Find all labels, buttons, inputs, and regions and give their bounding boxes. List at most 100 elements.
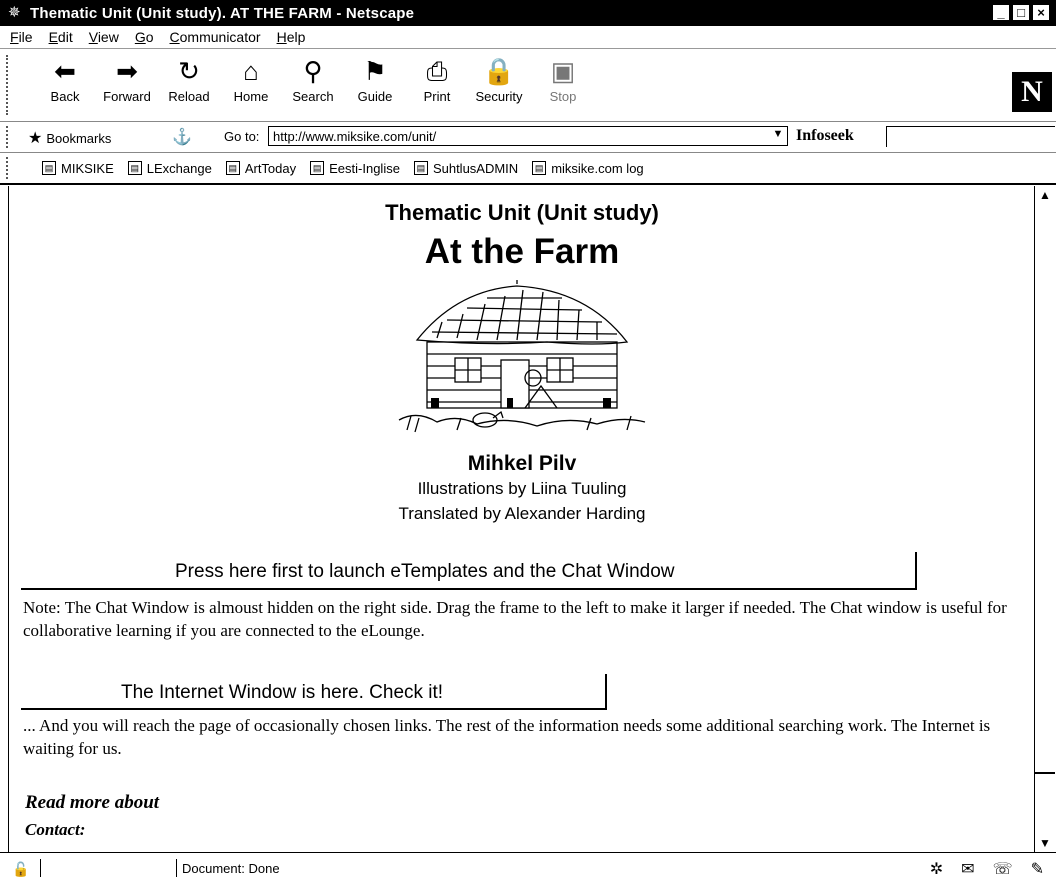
link-label: Eesti-Inglise xyxy=(329,160,400,176)
security-button[interactable]: 🔒 Security xyxy=(470,55,528,115)
guide-button[interactable]: ⚑ Guide xyxy=(346,55,404,115)
menu-help[interactable]: Help xyxy=(277,29,306,45)
page-proxy-icon[interactable]: ⚓ xyxy=(172,127,192,147)
netscape-app-icon: ✵ xyxy=(8,4,21,21)
mail-icon[interactable]: ✉ xyxy=(961,859,974,879)
forward-label: Forward xyxy=(103,89,151,104)
home-label: Home xyxy=(233,89,269,104)
link-suhtlusadmin[interactable]: ▤ SuhtlusADMIN xyxy=(413,160,519,176)
page-title: At the Farm xyxy=(424,232,620,271)
back-label: Back xyxy=(50,89,80,104)
menu-edit[interactable]: Edit xyxy=(49,29,73,45)
window-title: Thematic Unit (Unit study). AT THE FARM … xyxy=(30,4,415,22)
bookmark-page-icon: ▤ xyxy=(225,161,240,175)
print-button[interactable]: ⎙ Print xyxy=(408,55,466,115)
bookmark-page-icon: ▤ xyxy=(127,161,142,175)
stop-button[interactable]: ▣ Stop xyxy=(534,55,592,115)
discussions-icon[interactable]: ☏ xyxy=(993,859,1013,879)
contact-heading: Contact: xyxy=(25,820,86,839)
reload-label: Reload xyxy=(168,89,210,104)
search-icon: ⚲ xyxy=(303,56,323,86)
bookmark-page-icon: ▤ xyxy=(310,161,325,175)
link-label: SuhtlusADMIN xyxy=(432,160,519,176)
read-more-heading: Read more about xyxy=(25,792,160,813)
page-subtitle: Thematic Unit (Unit study) xyxy=(385,200,659,225)
bookmark-page-icon: ▤ xyxy=(42,161,56,175)
guide-label: Guide xyxy=(357,89,393,104)
search-button[interactable]: ⚲ Search xyxy=(284,55,342,115)
component-bar: ✲ ✉ ☏ ✎ xyxy=(930,859,1044,879)
location-toolbar: ★ Bookmarks ⚓ Go to: ▼ Infoseek xyxy=(0,122,1056,153)
menu-communicator[interactable]: Communicator xyxy=(170,29,261,45)
farm-house-illustration xyxy=(398,280,646,433)
bookmark-page-icon: ▤ xyxy=(532,161,547,175)
chat-window-note: Note: The Chat Window is almoust hidden … xyxy=(23,598,1007,640)
scroll-up-arrow-icon[interactable]: ▲ xyxy=(1039,188,1051,202)
vertical-scrollbar[interactable]: ▲ ▼ xyxy=(1034,186,1055,852)
url-input[interactable] xyxy=(268,126,788,146)
menu-view[interactable]: View xyxy=(89,29,119,45)
navigator-icon[interactable]: ✲ xyxy=(930,859,943,879)
home-button[interactable]: ⌂ Home xyxy=(222,55,280,115)
scroll-thumb[interactable] xyxy=(1035,772,1055,774)
navigation-toolbar: ⬅ Back ➡ Forward ↻ Reload ⌂ Home ⚲ Searc… xyxy=(0,49,1056,122)
security-label: Security xyxy=(475,89,523,104)
translator-credit: Translated by Alexander Harding xyxy=(398,504,646,523)
composer-icon[interactable]: ✎ xyxy=(1031,859,1044,879)
bookmarks-label: Bookmarks xyxy=(46,130,112,146)
menu-file[interactable]: File xyxy=(10,29,33,45)
reload-button[interactable]: ↻ Reload xyxy=(160,55,218,115)
chevron-down-icon[interactable]: ▼ xyxy=(770,128,786,144)
link-eesti-inglise[interactable]: ▤ Eesti-Inglise xyxy=(310,161,400,176)
status-divider xyxy=(176,859,177,877)
link-miksike-log[interactable]: ▤ miksike.com log xyxy=(532,160,644,176)
location-grip[interactable] xyxy=(6,126,12,148)
status-text: Document: Done xyxy=(182,861,280,876)
link-arttoday[interactable]: ▤ ArtToday xyxy=(225,160,297,176)
print-icon: ⎙ xyxy=(426,56,448,86)
author-name: Mihkel Pilv xyxy=(467,452,577,475)
internet-window-button[interactable]: The Internet Window is here. Check it! xyxy=(21,674,607,710)
status-bar: 🔓 Document: Done ✲ ✉ ☏ ✎ xyxy=(0,852,1056,885)
page-content: Thematic Unit (Unit study) At the Farm M… xyxy=(8,186,1035,852)
bookmark-page-icon: ▤ xyxy=(413,161,428,175)
link-label: MIKSIKE xyxy=(61,160,114,176)
menu-go[interactable]: Go xyxy=(135,29,154,45)
link-label: ArtToday xyxy=(244,160,297,176)
stop-label: Stop xyxy=(549,89,577,104)
toolbar-grip[interactable] xyxy=(6,55,12,115)
window-controls: _ □ × xyxy=(992,4,1050,21)
goto-label: Go to: xyxy=(224,129,260,144)
forward-button[interactable]: ➡ Forward xyxy=(98,55,156,115)
netscape-logo[interactable]: N xyxy=(1012,72,1052,112)
search-label: Search xyxy=(292,89,334,104)
link-miksike[interactable]: ▤ MIKSIKE xyxy=(42,161,114,176)
illustrator-credit: Illustrations by Liina Tuuling xyxy=(417,479,627,498)
stop-icon: ▣ xyxy=(550,56,576,86)
links-grip[interactable] xyxy=(6,157,12,179)
minimize-button[interactable]: _ xyxy=(992,4,1010,21)
link-label: LExchange xyxy=(146,160,212,176)
link-lexchange[interactable]: ▤ LExchange xyxy=(127,160,212,176)
personal-toolbar: ▤ MIKSIKE ▤ LExchange ▤ ArtToday ▤ Eesti… xyxy=(0,153,1056,185)
back-button[interactable]: ⬅ Back xyxy=(36,55,94,115)
close-button[interactable]: × xyxy=(1032,4,1050,21)
scroll-down-arrow-icon[interactable]: ▼ xyxy=(1039,836,1051,850)
bookmarks-icon: ★ xyxy=(28,130,43,147)
home-icon: ⌂ xyxy=(243,56,259,86)
menu-bar: File Edit View Go Communicator Help xyxy=(0,26,1056,49)
security-status-icon[interactable]: 🔓 xyxy=(12,861,29,878)
status-divider xyxy=(40,859,41,877)
guide-icon: ⚑ xyxy=(363,56,387,86)
back-arrow-icon: ⬅ xyxy=(54,56,76,86)
reload-icon: ↻ xyxy=(178,56,200,86)
launch-etemplates-button[interactable]: Press here first to launch eTemplates an… xyxy=(21,552,917,590)
search-input[interactable] xyxy=(886,126,1055,147)
link-label: miksike.com log xyxy=(551,160,644,176)
internet-window-note: ... And you will reach the page of occas… xyxy=(23,716,991,758)
forward-arrow-icon: ➡ xyxy=(116,56,138,86)
security-lock-icon: 🔒 xyxy=(482,56,516,86)
print-label: Print xyxy=(423,89,451,104)
bookmarks-button[interactable]: ★ Bookmarks xyxy=(28,128,111,148)
maximize-button[interactable]: □ xyxy=(1012,4,1030,21)
